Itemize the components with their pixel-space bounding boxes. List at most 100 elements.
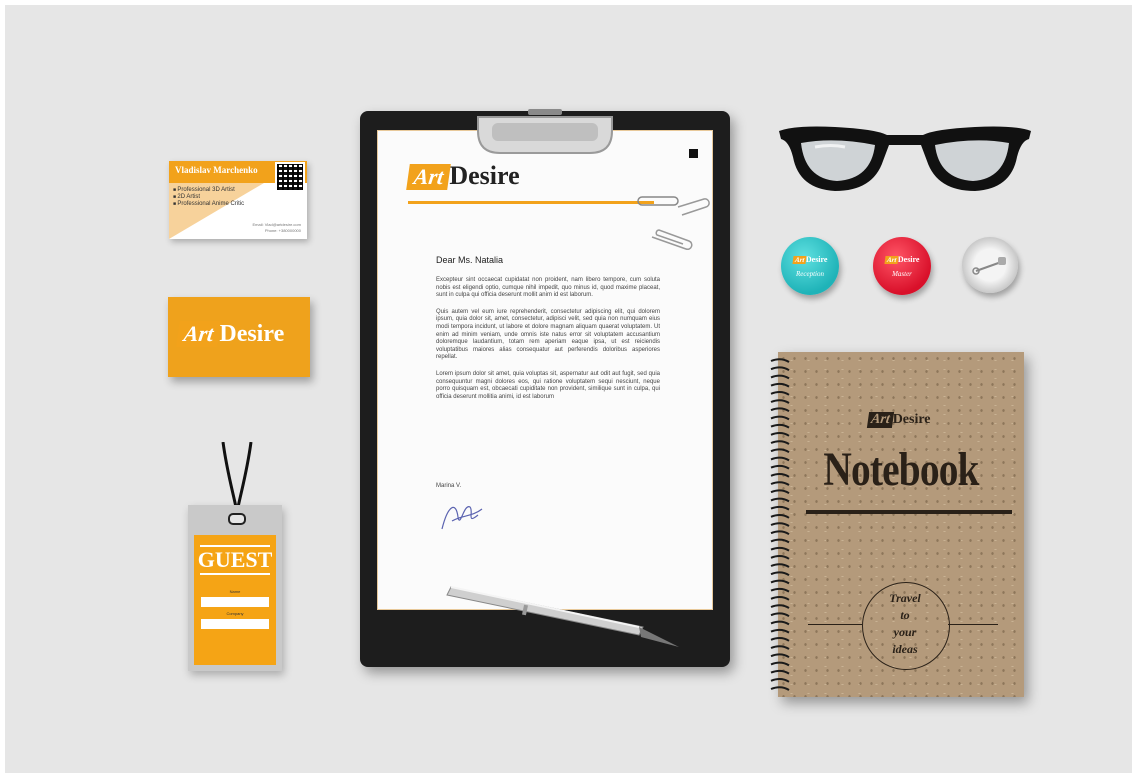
pin-button-reception: ArtDesire Reception	[781, 237, 839, 295]
badge-field	[201, 597, 269, 607]
logo-art: Art	[791, 256, 807, 264]
spiral-ring	[770, 432, 790, 437]
qr-code-icon	[275, 162, 305, 192]
pen-icon	[446, 586, 679, 647]
letter-signoff: Marina V.	[436, 483, 462, 489]
spiral-ring	[770, 440, 790, 445]
clipboard-clip	[477, 109, 613, 154]
spiral-ring	[770, 678, 790, 683]
badge-title: GUEST	[197, 547, 273, 572]
spiral-ring	[770, 391, 790, 396]
brand-logo: ArtDesire	[873, 255, 931, 264]
spiral-ring	[770, 579, 790, 585]
badge-inner: GUEST Name Company	[194, 535, 276, 665]
brand-logo: ArtDesire	[176, 321, 285, 348]
notebook-motto: Travel to your ideas	[862, 590, 948, 658]
spiral-ring	[770, 358, 790, 363]
role-item: Professional Anime Critic	[173, 201, 244, 208]
letter-paragraph: Excepteur sint occaecat cupidatat non pr…	[436, 277, 660, 299]
logo-desire: Desire	[805, 255, 828, 264]
pin-button-master: ArtDesire Master	[873, 237, 931, 295]
brand-logo: ArtDesire	[781, 255, 839, 264]
motto-line: Travel	[889, 591, 921, 605]
logo-art: Art	[866, 412, 894, 428]
notebook-title: Notebook	[823, 443, 979, 496]
motto-line: ideas	[892, 642, 918, 656]
letterhead-paper: Art Desire Dear Ms. Natalia Excepteur sin…	[377, 130, 713, 610]
spiral-ring	[770, 637, 790, 642]
business-card-name: Vladislav Marchenko	[175, 165, 258, 175]
button-caption: Reception	[796, 270, 824, 278]
logo-art: Art	[406, 164, 452, 190]
letter-body: Excepteur sint occaecat cupidatat non pr…	[436, 277, 660, 410]
paperclip-icon	[637, 196, 710, 251]
spiral-ring	[770, 382, 790, 388]
spiral-ring	[770, 399, 790, 404]
spiral-ring	[770, 423, 790, 429]
logo-desire: Desire	[897, 255, 920, 264]
letter-greeting: Dear Ms. Natalia	[436, 255, 504, 265]
spiral-ring	[770, 661, 790, 667]
spiral-ring	[770, 653, 790, 659]
badge-field-label: Name	[229, 589, 241, 594]
business-card-roles: Professional 3D Artist 2D Artist Profess…	[173, 187, 244, 208]
safety-pin-icon	[972, 257, 1006, 275]
spiral-ring	[770, 645, 790, 650]
notebook: Art Desire Notebook Travel to your ideas	[778, 352, 1024, 697]
business-card: Vladislav Marchenko Professional 3D Arti…	[169, 161, 307, 239]
motto-line: your	[893, 625, 917, 639]
spiral-ring	[770, 612, 790, 618]
spiral-ring	[770, 628, 790, 634]
spiral-ring	[770, 448, 790, 454]
spiral-ring	[770, 571, 790, 577]
badge-field	[201, 619, 269, 629]
spiral-ring	[770, 481, 790, 486]
spiral-ring	[770, 669, 790, 675]
spiral-ring	[770, 497, 790, 503]
spiral-ring	[770, 374, 790, 380]
badge-hole	[228, 513, 246, 525]
signature-icon	[441, 506, 483, 530]
spiral-ring	[770, 407, 790, 413]
spiral-ring	[770, 596, 790, 601]
spiral-ring	[770, 473, 790, 478]
notebook-rule	[806, 510, 1012, 514]
spiral-ring	[770, 514, 790, 519]
letter-paragraph: Quis autem vel eum iure reprehenderit, c…	[436, 308, 660, 361]
badge-rule	[200, 545, 270, 547]
letterhead-rule	[408, 201, 654, 204]
spiral-binding-icon	[770, 358, 790, 691]
spiral-ring	[770, 366, 790, 372]
notebook-motto-line	[948, 624, 998, 625]
spiral-ring	[770, 505, 790, 511]
spiral-ring	[770, 538, 790, 544]
role-item: Professional 3D Artist	[173, 187, 244, 194]
corner-mark	[689, 149, 698, 158]
spiral-ring	[770, 604, 790, 609]
logo-art: Art	[883, 256, 899, 264]
spiral-ring	[770, 546, 790, 552]
badge-field-label: Company	[226, 611, 244, 616]
mockup-scene: Vladislav Marchenko Professional 3D Arti…	[5, 5, 1132, 773]
logo-desire: Desire	[219, 321, 285, 347]
role-item: 2D Artist	[173, 194, 244, 201]
spiral-ring	[770, 686, 790, 691]
spiral-ring	[770, 464, 790, 470]
guest-badge: GUEST Name Company	[188, 505, 282, 671]
spiral-ring	[770, 530, 790, 536]
pin-button-back	[962, 237, 1018, 293]
notebook-motto-line	[808, 624, 862, 625]
brand-logo: ArtDesire	[406, 161, 520, 191]
spiral-ring	[770, 415, 790, 421]
spiral-ring	[770, 620, 790, 626]
spiral-ring	[770, 522, 790, 527]
motto-line: to	[900, 608, 910, 622]
contact-line: Phone: +380000000	[264, 228, 301, 233]
card-stack: Art Desire	[168, 297, 310, 377]
brand-logo: ArtDesire	[866, 410, 931, 428]
glasses-icon	[779, 126, 1031, 191]
logo-desire: Desire	[449, 161, 520, 190]
spiral-ring	[770, 563, 790, 568]
business-card-contact: Email: Vlad@artdesire.com Phone: +380000…	[252, 222, 301, 234]
badge-rule	[200, 573, 270, 575]
